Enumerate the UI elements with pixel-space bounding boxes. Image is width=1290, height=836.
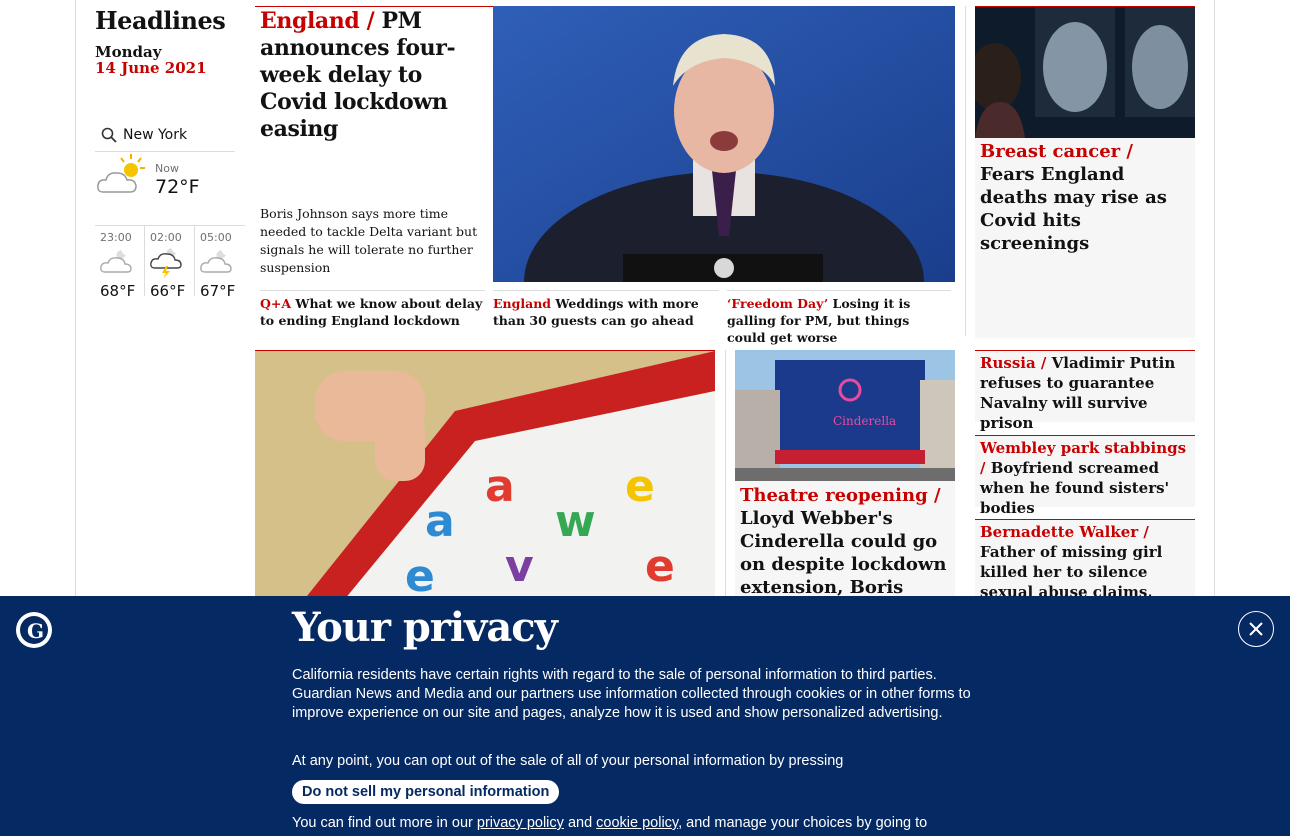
svg-text:v: v [505, 541, 534, 592]
weather-forecast: 23:00 68°F 02:00 66°F 05:00 67°F [95, 225, 245, 300]
forecast-temp: 68°F [100, 282, 136, 300]
partly-cloudy-sun-icon [95, 152, 149, 204]
story-kicker: Russia / [980, 354, 1047, 372]
related-link-text: What we know about delay to ending Engla… [260, 296, 483, 328]
privacy-body-text: California residents have certain rights… [292, 667, 971, 721]
svg-text:a: a [425, 496, 455, 547]
main-story-kicker: England / [260, 8, 375, 34]
story-card[interactable]: Russia / Vladimir Putin refuses to guara… [975, 350, 1195, 432]
related-link-kicker: Q+A [260, 296, 292, 311]
privacy-title: Your privacy [292, 604, 558, 651]
privacy-optout-text: At any point, you can opt out of the sal… [292, 753, 844, 769]
related-links: Q+A What we know about delay to ending E… [255, 290, 955, 345]
close-icon [1249, 622, 1263, 636]
svg-text:e: e [405, 551, 435, 602]
main-story-headline[interactable]: England / PM announces four-week delay t… [260, 8, 488, 143]
column-divider [725, 350, 726, 600]
thunderstorm-night-icon [149, 246, 185, 284]
privacy-more-info: You can find out more in our privacy pol… [292, 814, 1012, 833]
column-divider [965, 6, 966, 336]
story-card[interactable]: Bernadette Walker / Father of missing gi… [975, 519, 1195, 621]
breast-cancer-kicker: Breast cancer / [980, 141, 1133, 162]
theatre-headline[interactable]: Theatre reopening / Lloyd Webber's Cinde… [740, 484, 952, 599]
search-icon [101, 127, 117, 143]
related-link[interactable]: England Weddings with more than 30 guest… [493, 290, 719, 329]
forecast-time: 05:00 [200, 231, 232, 244]
forecast-item: 05:00 67°F [195, 226, 245, 300]
weather-now-temp: 72°F [155, 176, 200, 198]
forecast-time: 02:00 [150, 231, 182, 244]
related-link-kicker: England [493, 296, 552, 311]
forecast-temp: 66°F [150, 282, 186, 300]
story-headline: Boyfriend screamed when he found sisters… [980, 459, 1170, 517]
privacy-more-suffix: , and manage your choices by going to [678, 815, 928, 831]
related-link[interactable]: ‘Freedom Day’ Losing it is galling for P… [727, 290, 951, 346]
weather-now-label: Now [155, 162, 179, 175]
svg-text:G: G [27, 619, 44, 643]
svg-text:e: e [625, 461, 655, 512]
svg-text:a: a [485, 461, 515, 512]
main-story-rule [255, 6, 493, 7]
forecast-temp: 67°F [200, 282, 236, 300]
svg-text:Cinderella: Cinderella [833, 414, 896, 428]
privacy-policy-link[interactable]: privacy policy [477, 815, 564, 831]
svg-text:w: w [555, 496, 596, 547]
related-link[interactable]: Q+A What we know about delay to ending E… [260, 290, 485, 329]
magnetic-letters-image[interactable]: a a w e v e e [255, 350, 715, 610]
related-link-kicker: ‘Freedom Day’ [727, 296, 829, 311]
guardian-logo-icon: G [16, 612, 52, 648]
story-kicker: Bernadette Walker / [980, 523, 1149, 541]
main-story-image[interactable] [493, 6, 955, 282]
story-card[interactable]: Wembley park stabbings / Boyfriend screa… [975, 435, 1195, 517]
theatre-image: Cinderella [735, 350, 955, 481]
forecast-item: 23:00 68°F [95, 226, 146, 300]
do-not-sell-button[interactable]: Do not sell my personal information [292, 780, 560, 804]
cloudy-night-icon [199, 246, 235, 280]
breast-cancer-headline[interactable]: Breast cancer / Fears England deaths may… [980, 140, 1192, 255]
svg-text:e: e [645, 541, 675, 592]
forecast-time: 23:00 [100, 231, 132, 244]
forecast-item: 02:00 66°F [145, 226, 196, 300]
cloudy-night-icon [99, 246, 135, 280]
privacy-banner: G Your privacy California residents have… [0, 596, 1290, 836]
mammogram-image [969, 7, 1195, 138]
weather-location-search[interactable]: New York [95, 118, 235, 152]
weather-city: New York [123, 126, 188, 143]
theatre-kicker: Theatre reopening / [740, 485, 941, 506]
breast-cancer-title: Fears England deaths may rise as Covid h… [980, 164, 1167, 254]
date-full: 14 June 2021 [95, 59, 207, 77]
theatre-title: Lloyd Webber's Cinderella could go on de… [740, 508, 947, 598]
privacy-and: and [567, 815, 593, 831]
close-banner-button[interactable] [1238, 611, 1274, 647]
cookie-policy-link[interactable]: cookie policy [596, 815, 678, 831]
main-story-standfirst: Boris Johnson says more time needed to t… [260, 206, 478, 275]
section-title: Headlines [95, 6, 226, 35]
privacy-more-prefix: You can find out more in our [292, 815, 473, 831]
